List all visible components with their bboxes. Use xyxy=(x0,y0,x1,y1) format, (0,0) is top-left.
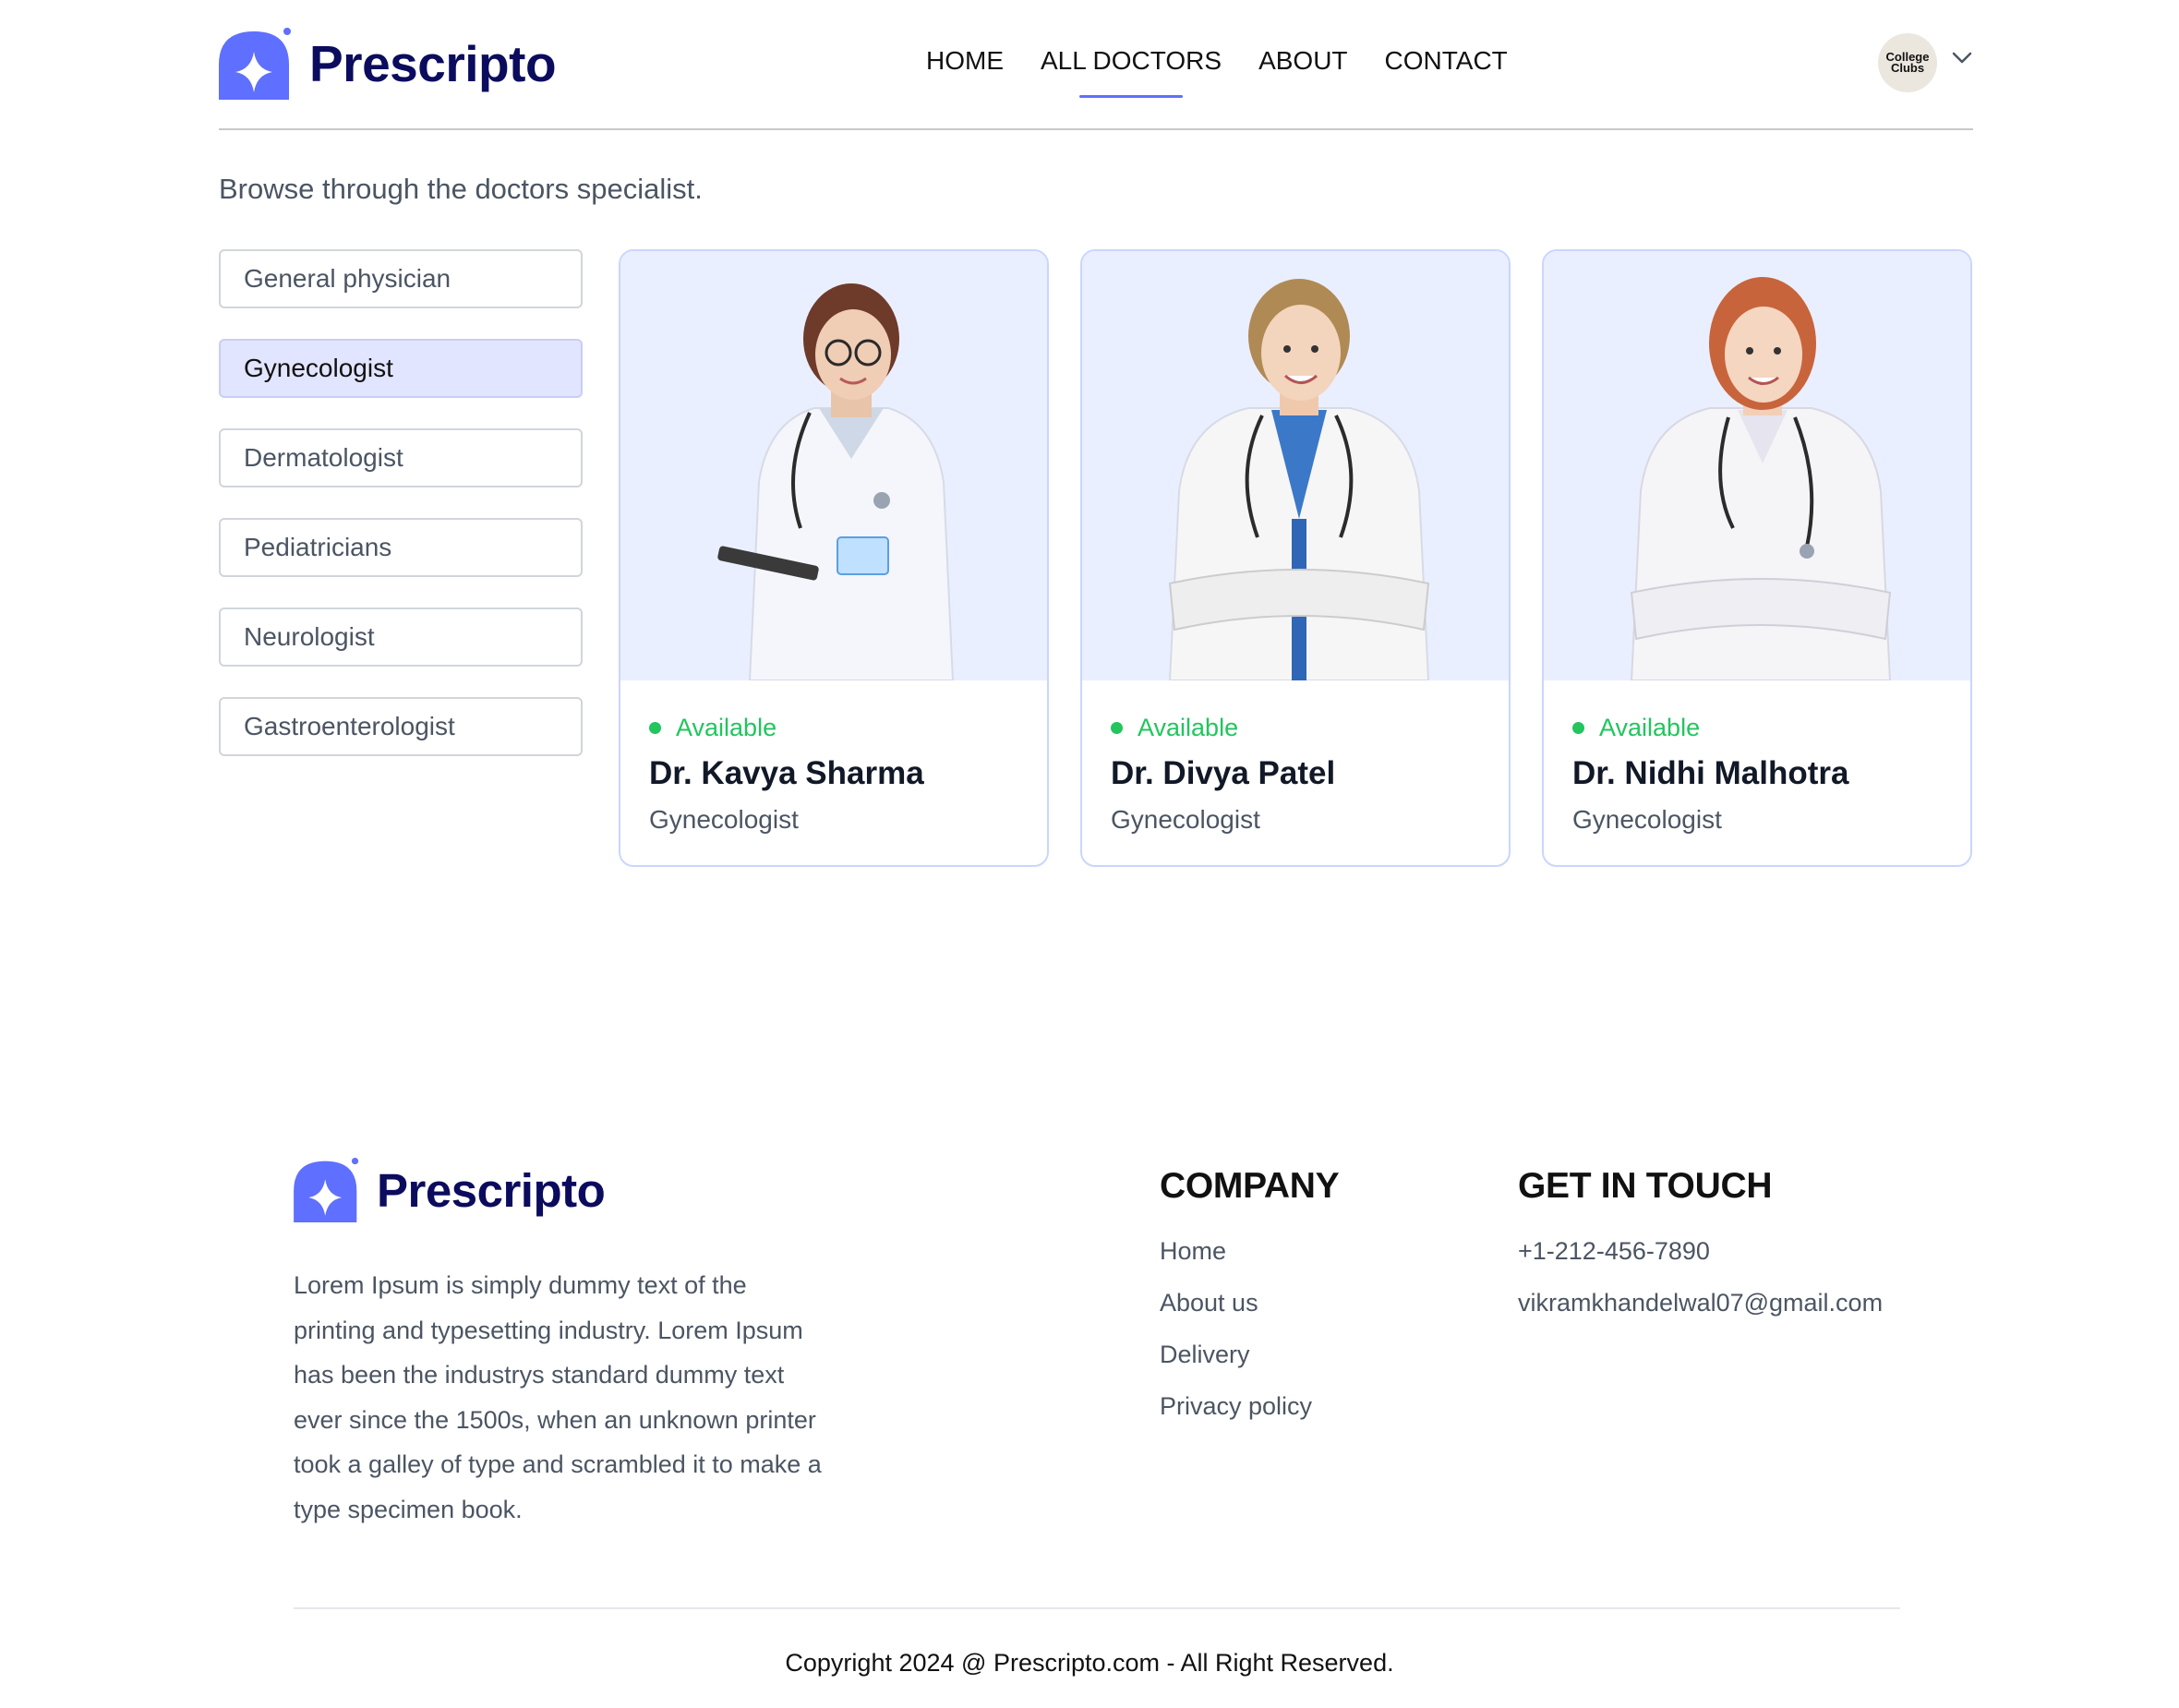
brand-logo[interactable]: Prescripto xyxy=(219,28,557,100)
speciality-filter: General physician Gynecologist Dermatolo… xyxy=(219,249,583,756)
doctor-name: Dr. Kavya Sharma xyxy=(649,755,924,791)
footer-description: Lorem Ipsum is simply dummy text of the … xyxy=(294,1271,822,1523)
speciality-dermatologist[interactable]: Dermatologist xyxy=(219,428,583,487)
speciality-general-physician[interactable]: General physician xyxy=(219,249,583,308)
footer-brand-name: Prescripto xyxy=(377,1163,606,1217)
footer-link-home[interactable]: Home xyxy=(1160,1234,1339,1268)
footer-divider xyxy=(294,1607,1900,1609)
copyright-text: Copyright 2024 @ Prescripto.com - All Ri… xyxy=(785,1649,1394,1677)
doctor-name: Dr. Divya Patel xyxy=(1111,755,1336,791)
footer-link-delivery[interactable]: Delivery xyxy=(1160,1338,1339,1371)
nav-home[interactable]: HOME xyxy=(926,46,1004,76)
availability-status: Available xyxy=(649,714,1018,742)
doctor-card[interactable]: Available Dr. Divya Patel Gynecologist xyxy=(1080,249,1511,867)
doctor-speciality: Gynecologist xyxy=(649,805,799,834)
profile-avatar[interactable]: College Clubs xyxy=(1878,33,1937,92)
availability-status: Available xyxy=(1111,714,1480,742)
footer-link-about[interactable]: About us xyxy=(1160,1286,1339,1319)
nav-about[interactable]: ABOUT xyxy=(1258,46,1347,76)
status-dot-icon xyxy=(1572,722,1584,734)
footer-phone: +1-212-456-7890 xyxy=(1518,1237,1710,1265)
doctor-photo xyxy=(1082,251,1509,680)
nav-contact[interactable]: CONTACT xyxy=(1385,46,1508,76)
page-subtitle: Browse through the doctors specialist. xyxy=(219,173,703,205)
availability-label: Available xyxy=(1138,714,1239,741)
doctor-card[interactable]: Available Dr. Nidhi Malhotra Gynecologis… xyxy=(1542,249,1972,867)
footer-logo: Prescripto xyxy=(294,1158,606,1222)
logo-icon xyxy=(294,1158,359,1222)
active-nav-indicator xyxy=(1079,95,1184,98)
brand-name: Prescripto xyxy=(309,35,557,92)
footer-company-heading: COMPANY xyxy=(1160,1166,1340,1206)
doctor-card[interactable]: Available Dr. Kavya Sharma Gynecologist xyxy=(619,249,1049,867)
doctor-speciality: Gynecologist xyxy=(1111,805,1260,834)
footer-email[interactable]: vikramkhandelwal07@gmail.com xyxy=(1518,1286,1883,1319)
availability-label: Available xyxy=(676,714,777,741)
speciality-neurologist[interactable]: Neurologist xyxy=(219,607,583,667)
footer-contact-heading: GET IN TOUCH xyxy=(1518,1166,1773,1206)
availability-label: Available xyxy=(1599,714,1701,741)
logo-icon xyxy=(219,28,291,100)
speciality-gastroenterologist[interactable]: Gastroenterologist xyxy=(219,697,583,756)
availability-status: Available xyxy=(1572,714,1942,742)
footer-contact-column: GET IN TOUCH +1-212-456-7890 vikramkhand… xyxy=(1518,1166,1883,1319)
status-dot-icon xyxy=(649,722,661,734)
footer-company-column: COMPANY Home About us Delivery Privacy p… xyxy=(1160,1166,1340,1423)
speciality-gynecologist[interactable]: Gynecologist xyxy=(219,339,583,398)
avatar-text: College Clubs xyxy=(1885,50,1930,75)
status-dot-icon xyxy=(1111,722,1123,734)
doctor-photo xyxy=(1544,251,1970,680)
chevron-down-icon[interactable] xyxy=(1952,52,1972,65)
doctor-speciality: Gynecologist xyxy=(1572,805,1722,834)
footer-link-privacy[interactable]: Privacy policy xyxy=(1160,1389,1339,1423)
nav-all-doctors[interactable]: ALL DOCTORS xyxy=(1041,46,1222,98)
doctor-name: Dr. Nidhi Malhotra xyxy=(1572,755,1849,791)
nav-divider xyxy=(219,128,1973,130)
main-nav: HOME ALL DOCTORS ABOUT CONTACT xyxy=(926,46,1508,98)
doctor-photo xyxy=(620,251,1047,680)
nav-all-doctors-label: ALL DOCTORS xyxy=(1041,46,1222,75)
speciality-pediatricians[interactable]: Pediatricians xyxy=(219,518,583,577)
